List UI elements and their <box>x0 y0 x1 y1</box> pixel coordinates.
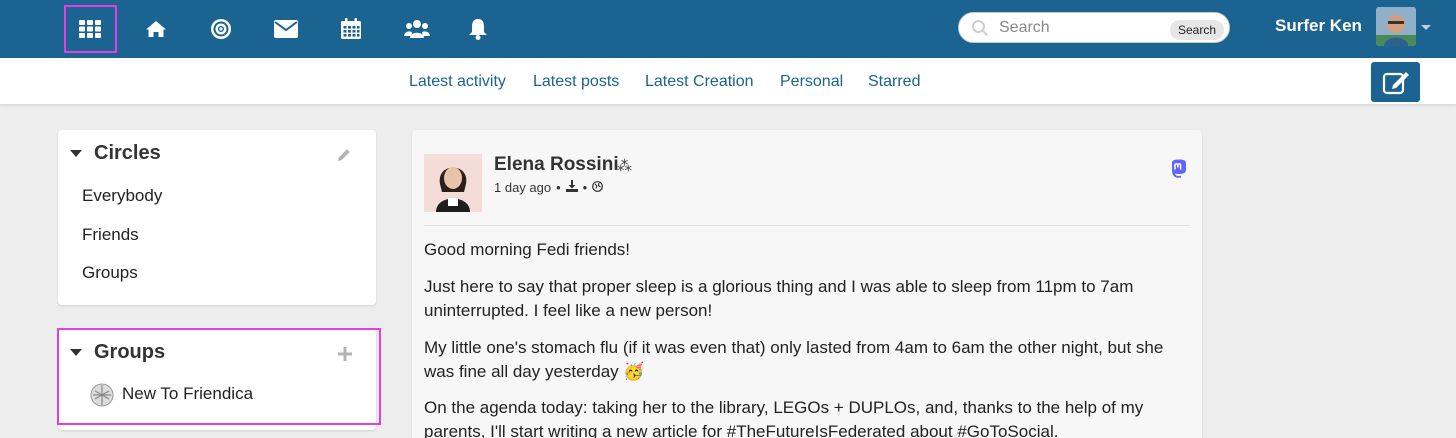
tab-latest-posts[interactable]: Latest posts <box>533 73 619 91</box>
post-author-name[interactable]: Elena Rossini <box>494 154 619 176</box>
post-time[interactable]: 1 day ago <box>494 180 551 195</box>
contacts-icon[interactable] <box>400 12 434 46</box>
post-meta: 1 day ago • • <box>494 180 604 195</box>
notifications-icon[interactable] <box>461 12 495 46</box>
post-divider <box>424 225 1190 226</box>
user-avatar[interactable] <box>1376 7 1416 46</box>
post-paragraph: Just here to say that proper sleep is a … <box>424 277 1134 320</box>
circle-item-friends[interactable]: Friends <box>82 225 139 245</box>
home-icon[interactable] <box>139 12 173 46</box>
post-card: Elena Rossini ⁂ 1 day ago • • Good morni… <box>412 130 1202 438</box>
download-icon[interactable] <box>565 180 578 195</box>
fediverse-badge: ⁂ <box>617 157 632 175</box>
circle-item-groups[interactable]: Groups <box>82 263 138 283</box>
search-input[interactable] <box>999 17 1159 39</box>
top-navbar: Search Surfer Ken <box>0 0 1456 58</box>
compose-icon <box>1382 72 1409 95</box>
tab-latest-creation[interactable]: Latest Creation <box>645 73 754 91</box>
tab-personal[interactable]: Personal <box>780 73 843 91</box>
edit-pencil-icon[interactable] <box>336 147 352 167</box>
circles-title: Circles <box>94 142 161 164</box>
globe-icon <box>592 180 604 195</box>
compose-button[interactable] <box>1371 62 1420 102</box>
tab-starred[interactable]: Starred <box>868 73 920 91</box>
circle-item-everybody[interactable]: Everybody <box>82 186 162 206</box>
post-paragraph: My little one's stomach flu (if it was e… <box>424 338 1164 381</box>
user-menu-chevron-down-icon[interactable] <box>1421 25 1431 30</box>
content-tabs: Latest activity Latest posts Latest Crea… <box>0 58 1456 105</box>
meta-separator: • <box>582 180 588 195</box>
calendar-icon[interactable] <box>334 12 368 46</box>
author-avatar[interactable] <box>424 154 482 212</box>
messages-icon[interactable] <box>269 12 303 46</box>
user-name[interactable]: Surfer Ken <box>1275 16 1362 36</box>
post-paragraph: Good morning Fedi friends! <box>424 240 630 259</box>
network-icon[interactable] <box>204 12 238 46</box>
search-bar: Search <box>958 12 1230 43</box>
tab-latest-activity[interactable]: Latest activity <box>409 73 506 91</box>
mastodon-icon[interactable] <box>1170 159 1188 182</box>
groups-widget-highlight <box>57 328 381 425</box>
post-paragraph: On the agenda today: taking her to the l… <box>424 398 1144 438</box>
collapse-circles-icon[interactable] <box>70 150 82 157</box>
search-icon <box>971 19 989 41</box>
search-button[interactable]: Search <box>1169 20 1224 40</box>
apps-grid-icon[interactable] <box>73 12 107 46</box>
circles-widget: Circles Everybody Friends Groups <box>58 130 376 305</box>
meta-separator: • <box>556 180 561 195</box>
